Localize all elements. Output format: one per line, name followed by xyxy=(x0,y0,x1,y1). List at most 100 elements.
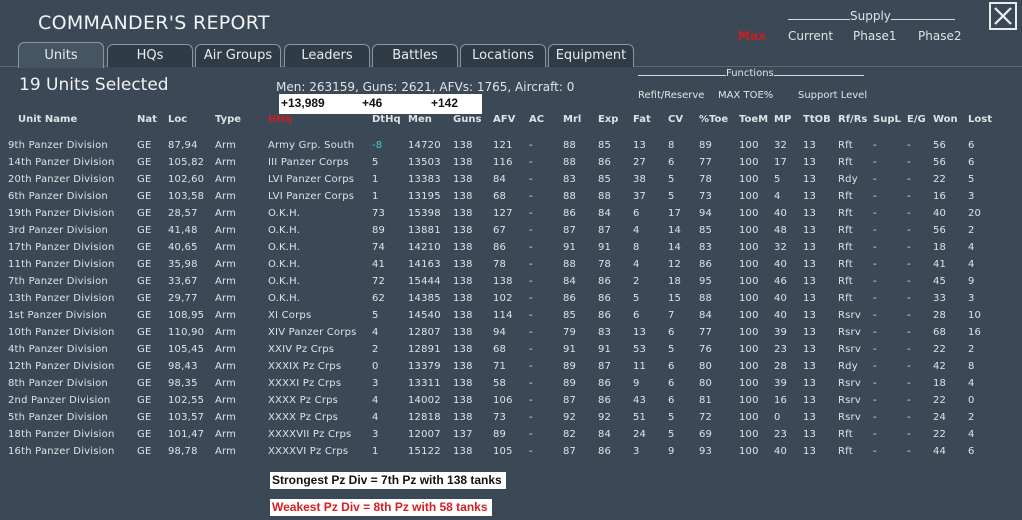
column-header-guns[interactable]: Guns xyxy=(453,114,481,125)
table-row[interactable]: 18th Panzer Division GE 101,47 Arm XXXXVII P… xyxy=(0,429,1000,446)
column-header-toem[interactable]: ToeM xyxy=(739,114,768,125)
cell-guns: 138 xyxy=(453,327,473,338)
cell-unit-name: 18th Panzer Division xyxy=(8,429,115,440)
cell-afv: 105 xyxy=(493,446,513,457)
cell-ttob: 13 xyxy=(803,208,817,219)
column-header-nat[interactable]: Nat xyxy=(137,114,157,125)
column-header-mrl[interactable]: Mrl xyxy=(563,114,581,125)
tab-locations[interactable]: Locations xyxy=(460,44,546,67)
cell-cv: 5 xyxy=(668,412,675,423)
column-header-afv[interactable]: AFV xyxy=(493,114,515,125)
column-header-ttob[interactable]: TtOB xyxy=(803,114,831,125)
cell-unit-name: 20th Panzer Division xyxy=(8,174,115,185)
table-row[interactable]: 8th Panzer Division GE 98,35 Arm XXXXI Pz Cr… xyxy=(0,378,1000,395)
table-row[interactable]: 14th Panzer Division GE 105,82 Arm III Panze… xyxy=(0,157,1000,174)
supply-option-max[interactable]: Max xyxy=(738,29,766,43)
cell-lost: 3 xyxy=(968,293,975,304)
tab-air-groups[interactable]: Air Groups xyxy=(195,44,281,67)
cell-exp: 86 xyxy=(598,157,612,168)
cell-men: 14540 xyxy=(408,310,441,321)
table-row[interactable]: 5th Panzer Division GE 103,57 Arm XXXX Pz Cr… xyxy=(0,412,1000,429)
table-row[interactable]: 16th Panzer Division GE 98,78 Arm XXXXVI Pz … xyxy=(0,446,1000,463)
cell-nat: GE xyxy=(137,395,152,406)
cell-supl: - xyxy=(873,446,877,457)
cell-unit-name: 7th Panzer Division xyxy=(8,276,108,287)
tab-hqs[interactable]: HQs xyxy=(107,44,193,67)
cell-mrl: 88 xyxy=(563,157,577,168)
column-header-supl[interactable]: SupL xyxy=(873,114,901,125)
cell-mp: 4 xyxy=(774,191,781,202)
column-header-ac[interactable]: AC xyxy=(529,114,544,125)
table-row[interactable]: 3rd Panzer Division GE 41,48 Arm O.K.H. 89 138… xyxy=(0,225,1000,242)
table-row[interactable]: 9th Panzer Division GE 87,94 Arm Army Grp. S… xyxy=(0,140,1000,157)
cell-loc: 108,95 xyxy=(168,310,205,321)
cell-hhq: O.K.H. xyxy=(268,242,301,253)
table-row[interactable]: 6th Panzer Division GE 103,58 Arm LVI Panzer… xyxy=(0,191,1000,208)
cell-exp: 86 xyxy=(598,293,612,304)
cell-supl: - xyxy=(873,208,877,219)
column-header-loc[interactable]: Loc xyxy=(168,114,187,125)
cell-men: 12807 xyxy=(408,327,441,338)
column-header-lost[interactable]: Lost xyxy=(968,114,992,125)
cell-fat: 43 xyxy=(633,395,647,406)
tab-battles[interactable]: Battles xyxy=(372,44,458,67)
cell-dthq: 4 xyxy=(372,395,379,406)
cell-unit-name: 11th Panzer Division xyxy=(8,259,115,270)
function-max-toe[interactable]: MAX TOE% xyxy=(718,90,773,101)
cell-e-g: - xyxy=(907,361,911,372)
cell-dthq: 72 xyxy=(372,276,386,287)
cell-toe: 77 xyxy=(699,327,713,338)
cell-exp: 85 xyxy=(598,174,612,185)
cell-nat: GE xyxy=(137,429,152,440)
supply-option-phase1[interactable]: Phase1 xyxy=(853,29,896,43)
cell-fat: 11 xyxy=(633,361,647,372)
table-row[interactable]: 7th Panzer Division GE 33,67 Arm O.K.H. 72 154… xyxy=(0,276,1000,293)
column-header-hhq[interactable]: HHq xyxy=(268,114,292,125)
table-row[interactable]: 4th Panzer Division GE 105,45 Arm XXIV Pz Cr… xyxy=(0,344,1000,361)
column-header-rf-rs[interactable]: Rf/Rs xyxy=(838,114,867,125)
tab-units[interactable]: Units xyxy=(18,42,104,68)
cell-type: Arm xyxy=(215,191,237,202)
cell-exp: 87 xyxy=(598,361,612,372)
tab-leaders[interactable]: Leaders xyxy=(284,44,370,67)
table-row[interactable]: 1st Panzer Division GE 108,95 Arm XI Corps 5 1… xyxy=(0,310,1000,327)
function-refit-reserve[interactable]: Refit/Reserve xyxy=(638,90,704,101)
cell-e-g: - xyxy=(907,429,911,440)
cell-loc: 40,65 xyxy=(168,242,198,253)
table-row[interactable]: 10th Panzer Division GE 110,90 Arm XIV Panze… xyxy=(0,327,1000,344)
cell-rf-rs: Rft xyxy=(838,259,853,270)
table-row[interactable]: 11th Panzer Division GE 35,98 Arm O.K.H. 41 14… xyxy=(0,259,1000,276)
cell-ttob: 13 xyxy=(803,259,817,270)
cell-lost: 10 xyxy=(968,310,982,321)
column-header-type[interactable]: Type xyxy=(215,114,241,125)
cell-loc: 110,90 xyxy=(168,327,205,338)
function-support-level[interactable]: Support Level xyxy=(798,90,867,101)
cell-exp: 78 xyxy=(598,259,612,270)
tab-equipment[interactable]: Equipment xyxy=(548,44,634,67)
supply-option-current[interactable]: Current xyxy=(788,29,833,43)
column-header-exp[interactable]: Exp xyxy=(598,114,618,125)
cell-rf-rs: Rft xyxy=(838,140,853,151)
column-header-men[interactable]: Men xyxy=(408,114,432,125)
column-header-unit-name[interactable]: Unit Name xyxy=(18,114,77,125)
close-button[interactable] xyxy=(989,2,1017,30)
annotation-men: +13,989 xyxy=(281,96,325,110)
table-row[interactable]: 19th Panzer Division GE 28,57 Arm O.K.H. 73 15… xyxy=(0,208,1000,225)
cell-afv: 89 xyxy=(493,429,507,440)
table-row[interactable]: 13th Panzer Division GE 29,77 Arm O.K.H. 62 14… xyxy=(0,293,1000,310)
column-header-mp[interactable]: MP xyxy=(774,114,791,125)
table-row[interactable]: 2nd Panzer Division GE 102,55 Arm XXXX Pz Cr… xyxy=(0,395,1000,412)
column-header-cv[interactable]: CV xyxy=(668,114,683,125)
column-header-dthq[interactable]: DtHq xyxy=(372,114,401,125)
cell-men: 14002 xyxy=(408,395,441,406)
cell-hhq: O.K.H. xyxy=(268,259,301,270)
column-header-toe[interactable]: %Toe xyxy=(699,114,728,125)
table-row[interactable]: 12th Panzer Division GE 98,43 Arm XXXIX Pz C… xyxy=(0,361,1000,378)
column-header-fat[interactable]: Fat xyxy=(633,114,651,125)
supply-option-phase2[interactable]: Phase2 xyxy=(918,29,961,43)
column-header-e-g[interactable]: E/G xyxy=(907,114,926,125)
cell-ac: - xyxy=(529,429,533,440)
table-row[interactable]: 20th Panzer Division GE 102,60 Arm LVI Panze… xyxy=(0,174,1000,191)
column-header-won[interactable]: Won xyxy=(933,114,958,125)
table-row[interactable]: 17th Panzer Division GE 40,65 Arm O.K.H. 74 14… xyxy=(0,242,1000,259)
